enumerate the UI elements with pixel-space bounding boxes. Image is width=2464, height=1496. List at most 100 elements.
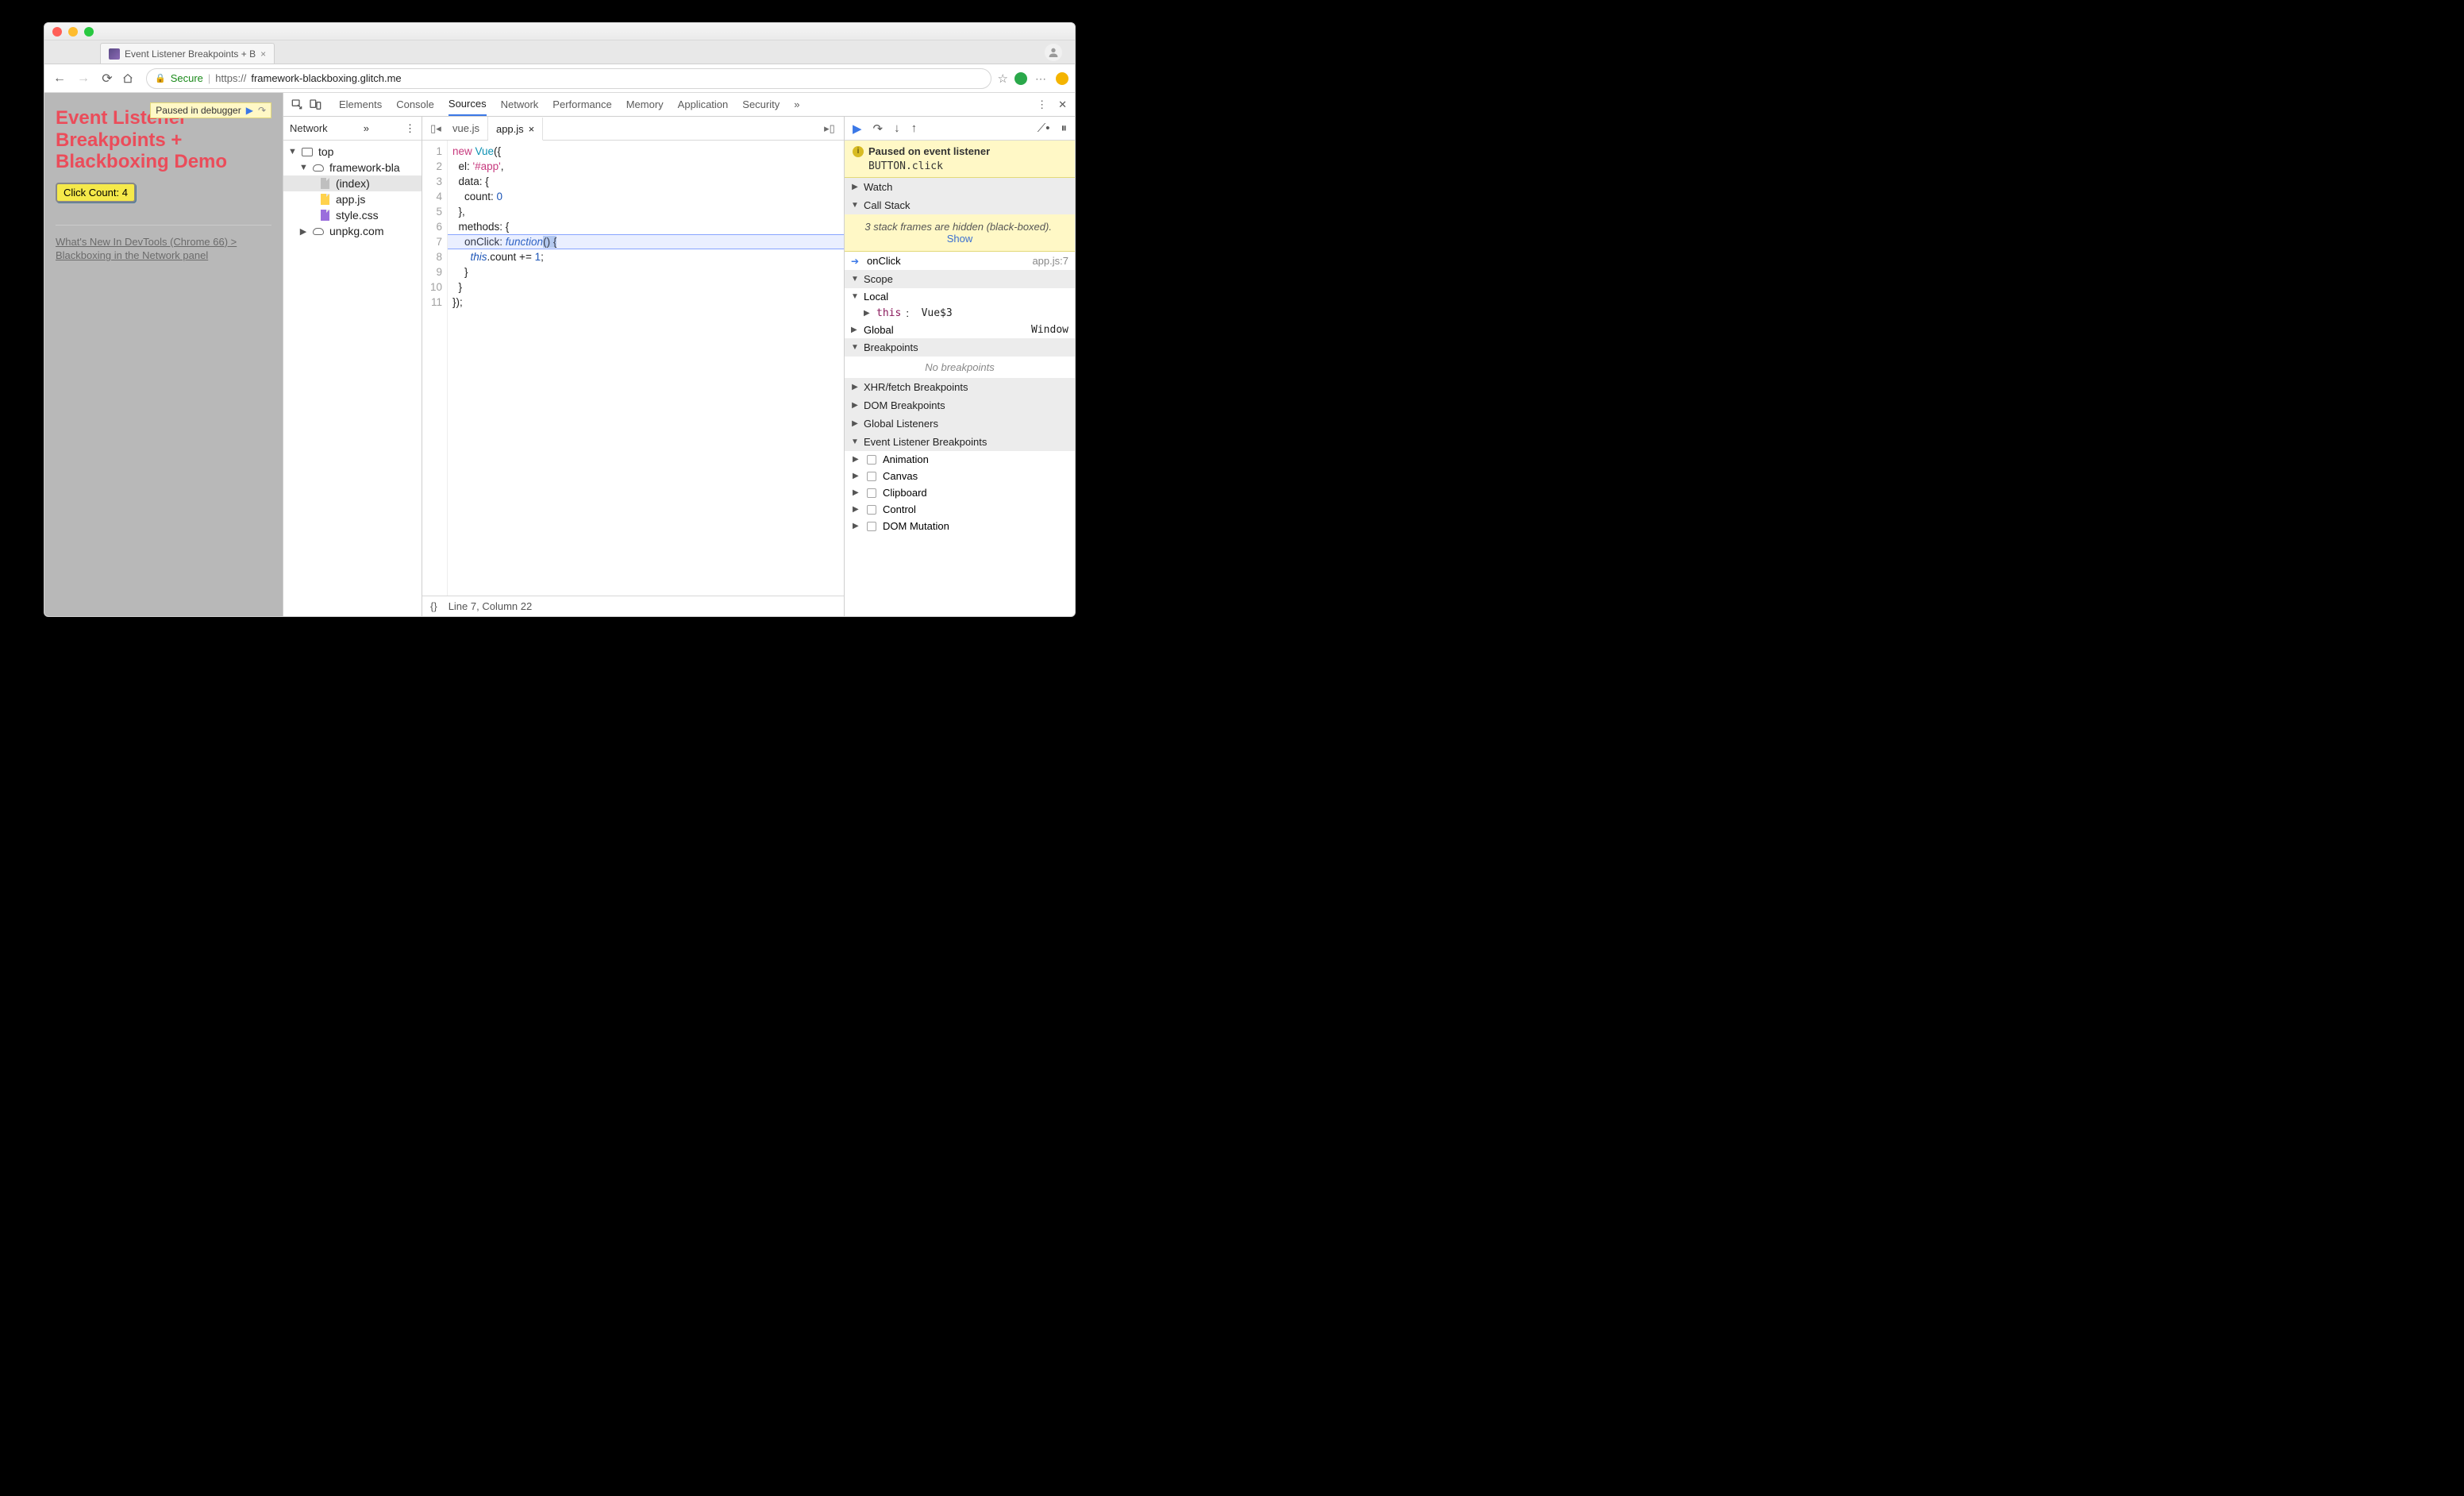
pretty-print-icon[interactable]: {}: [430, 600, 437, 612]
blackbox-show-link[interactable]: Show: [947, 233, 973, 245]
tree-label: framework-bla: [329, 161, 400, 174]
devtools-main-toolbar: Elements Console Sources Network Perform…: [283, 93, 1075, 117]
favicon-icon: [109, 48, 120, 60]
toggle-navigator-icon[interactable]: ▯◂: [427, 122, 445, 135]
overlay-resume-icon[interactable]: ▶: [246, 105, 253, 116]
toggle-debugger-icon[interactable]: ▸▯: [820, 122, 839, 135]
profile-avatar-icon[interactable]: [1045, 44, 1062, 61]
tree-row-stylecss[interactable]: style.css: [283, 207, 422, 223]
tree-row-index[interactable]: (index): [283, 175, 422, 191]
deactivate-breakpoints-icon[interactable]: ⟋•: [1038, 121, 1050, 135]
section-watch[interactable]: ▶Watch: [845, 178, 1075, 196]
omnibox[interactable]: 🔒 Secure | https://framework-blackboxing…: [146, 68, 991, 89]
section-call-stack[interactable]: ▼Call Stack: [845, 196, 1075, 214]
debugger-toolbar: ▶ ↷ ↓ ↑ ⟋• ⏸: [845, 117, 1075, 141]
tab-elements[interactable]: Elements: [339, 93, 382, 116]
address-bar: ← → ⟳ 🔒 Secure | https://framework-black…: [44, 64, 1075, 93]
traffic-lights: [52, 27, 94, 37]
page-viewport: Paused in debugger ▶ ↷ Event Listener Br…: [44, 93, 283, 616]
step-into-icon[interactable]: ↓: [894, 121, 900, 135]
section-breakpoints[interactable]: ▼Breakpoints: [845, 338, 1075, 357]
bookmark-star-icon[interactable]: ☆: [998, 71, 1008, 86]
nav-forward-button[interactable]: →: [75, 71, 92, 86]
elb-clipboard[interactable]: ▶Clipboard: [845, 484, 1075, 501]
url-scheme: https://: [215, 72, 246, 84]
close-window-icon[interactable]: [52, 27, 62, 37]
checkbox-icon[interactable]: [867, 488, 876, 498]
browser-window: Event Listener Breakpoints + B × ← → ⟳ 🔒…: [44, 22, 1076, 617]
checkbox-icon[interactable]: [867, 455, 876, 465]
editor-tab-close-icon[interactable]: ×: [529, 123, 535, 135]
tab-more[interactable]: »: [794, 93, 799, 116]
url-host: framework-blackboxing.glitch.me: [251, 72, 401, 84]
extension-overflow-icon[interactable]: ⋯: [1035, 72, 1048, 85]
extension-1-icon[interactable]: [1014, 72, 1027, 85]
section-dom-breakpoints[interactable]: ▶DOM Breakpoints: [845, 396, 1075, 414]
resume-icon[interactable]: ▶: [853, 121, 862, 136]
step-out-icon[interactable]: ↑: [911, 121, 918, 135]
devtools-menu-icon[interactable]: ⋮: [1037, 98, 1047, 111]
inspect-element-icon[interactable]: [291, 98, 304, 111]
nav-home-button[interactable]: [122, 73, 140, 84]
devtools-tabs: Elements Console Sources Network Perform…: [339, 93, 799, 116]
step-over-icon[interactable]: ↷: [873, 121, 884, 136]
pause-on-exceptions-icon[interactable]: ⏸: [1061, 121, 1067, 135]
navigator-tab-network[interactable]: Network: [290, 122, 328, 134]
tree-row-unpkg[interactable]: ▶ unpkg.com: [283, 223, 422, 239]
checkbox-icon[interactable]: [867, 472, 876, 481]
code-editor: ▯◂ vue.js app.js × ▸▯ 1234567891011: [422, 117, 845, 616]
content-area: Paused in debugger ▶ ↷ Event Listener Br…: [44, 93, 1075, 616]
checkbox-icon[interactable]: [867, 522, 876, 531]
elb-control[interactable]: ▶Control: [845, 501, 1075, 518]
browser-tab[interactable]: Event Listener Breakpoints + B ×: [100, 43, 275, 64]
navigator-tab-more-icon[interactable]: »: [364, 122, 369, 134]
section-global-listeners[interactable]: ▶Global Listeners: [845, 414, 1075, 433]
window-titlebar: [44, 23, 1075, 40]
editor-tab-vuejs[interactable]: vue.js: [445, 117, 488, 140]
sources-body: Network » ⋮ ▼ top ▼ framework-bla: [283, 117, 1075, 616]
tab-network[interactable]: Network: [501, 93, 539, 116]
section-scope[interactable]: ▼Scope: [845, 270, 1075, 288]
extension-warning-icon[interactable]: [1056, 72, 1068, 85]
tree-label: unpkg.com: [329, 225, 383, 237]
tab-security[interactable]: Security: [742, 93, 780, 116]
nav-reload-button[interactable]: ⟳: [98, 71, 116, 87]
tab-console[interactable]: Console: [396, 93, 434, 116]
tab-memory[interactable]: Memory: [626, 93, 664, 116]
tree-label: top: [318, 145, 333, 158]
elb-canvas[interactable]: ▶Canvas: [845, 468, 1075, 484]
device-toolbar-icon[interactable]: [309, 98, 321, 111]
tab-performance[interactable]: Performance: [552, 93, 611, 116]
section-event-listener-breakpoints[interactable]: ▼Event Listener Breakpoints: [845, 433, 1075, 451]
elb-animation[interactable]: ▶Animation: [845, 451, 1075, 468]
scope-this[interactable]: ▶this: Vue$3: [845, 305, 1075, 322]
tree-row-appjs[interactable]: app.js: [283, 191, 422, 207]
elb-dom-mutation[interactable]: ▶DOM Mutation: [845, 518, 1075, 534]
editor-status-bar: {} Line 7, Column 22: [422, 596, 844, 616]
scope-local[interactable]: ▼Local: [845, 288, 1075, 305]
section-xhr-breakpoints[interactable]: ▶XHR/fetch Breakpoints: [845, 378, 1075, 396]
line-gutter: 1234567891011: [422, 141, 448, 596]
nav-back-button[interactable]: ←: [51, 71, 68, 86]
tab-application[interactable]: Application: [678, 93, 729, 116]
info-icon: i: [853, 146, 864, 157]
tree-row-host[interactable]: ▼ framework-bla: [283, 160, 422, 175]
maximize-window-icon[interactable]: [84, 27, 94, 37]
checkbox-icon[interactable]: [867, 505, 876, 515]
call-stack-frame[interactable]: ➔ onClick app.js:7: [845, 252, 1075, 270]
tab-sources[interactable]: Sources: [449, 93, 487, 116]
click-count-button[interactable]: Click Count: 4: [56, 183, 136, 202]
scope-global[interactable]: ▶Global Window: [845, 322, 1075, 338]
navigator-tabs: Network » ⋮: [283, 117, 422, 141]
minimize-window-icon[interactable]: [68, 27, 78, 37]
docs-link[interactable]: What's New In DevTools (Chrome 66) > Bla…: [56, 235, 271, 263]
navigator-menu-icon[interactable]: ⋮: [405, 122, 415, 135]
devtools-close-icon[interactable]: ✕: [1058, 98, 1067, 111]
tree-row-top[interactable]: ▼ top: [283, 144, 422, 160]
tab-close-icon[interactable]: ×: [260, 48, 266, 60]
editor-tab-label: app.js: [496, 123, 524, 135]
overlay-step-icon[interactable]: ↷: [258, 105, 266, 116]
tab-strip: Event Listener Breakpoints + B ×: [44, 40, 1075, 64]
code-area[interactable]: 1234567891011 new Vue({ el: '#app', data…: [422, 141, 844, 596]
editor-tab-appjs[interactable]: app.js ×: [488, 118, 543, 141]
